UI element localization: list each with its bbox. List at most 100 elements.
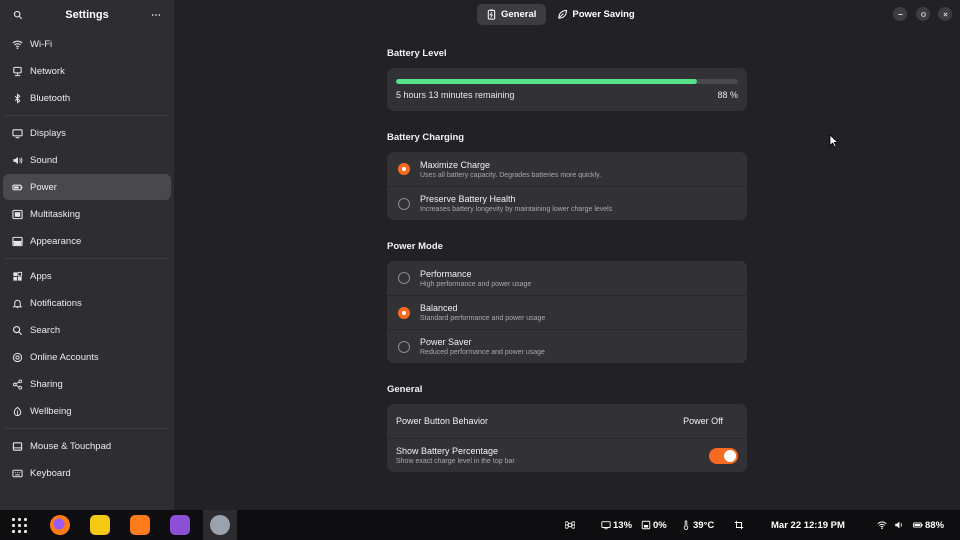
battery-value: 88% xyxy=(925,519,945,531)
show-battery-percentage-toggle[interactable] xyxy=(709,447,738,464)
sidebar-item-label: Keyboard xyxy=(30,467,71,479)
option-title: Power Saver xyxy=(420,337,472,347)
option-title: Performance xyxy=(420,268,472,279)
option-text: Show Battery Percentage Show exact charg… xyxy=(396,446,515,465)
sidebar-item-network[interactable]: Network xyxy=(3,58,171,84)
minimize-button[interactable] xyxy=(893,7,907,21)
notes-icon[interactable] xyxy=(90,515,110,535)
power-mode-card: Performance High performance and power u… xyxy=(387,261,747,363)
share-icon xyxy=(11,378,24,391)
apps-icon xyxy=(11,270,24,283)
sidebar-item-label: Sound xyxy=(30,154,58,166)
more-icon[interactable] xyxy=(148,7,164,23)
sidebar-list: Wi-Fi Network Bluetooth Displays Sound P… xyxy=(0,31,174,486)
option-text: Preserve Battery Health Increases batter… xyxy=(420,194,612,213)
sidebar-item-label: Apps xyxy=(30,270,52,282)
mouse-cursor xyxy=(829,134,839,148)
screenshot-icon[interactable] xyxy=(734,510,746,540)
taskbar-settings-active[interactable] xyxy=(203,510,237,540)
power-mode-option-balanced[interactable]: Balanced Standard performance and power … xyxy=(387,295,747,329)
battery-time-remaining: 5 hours 13 minutes remaining xyxy=(396,90,515,100)
sidebar-item-label: Wellbeing xyxy=(30,405,72,417)
sidebar-item-power[interactable]: Power xyxy=(3,174,171,200)
radio-maximize-charge[interactable] xyxy=(398,163,410,175)
battery-icon xyxy=(487,9,496,20)
sidebar-item-appearance[interactable]: Appearance xyxy=(3,228,171,254)
app-grid-icon[interactable] xyxy=(12,517,27,533)
battery-charging-card: Maximize Charge Uses all battery capacit… xyxy=(387,152,747,220)
sidebar-divider xyxy=(5,115,169,116)
sidebar-item-wifi[interactable]: Wi-Fi xyxy=(3,31,171,57)
cpu-icon xyxy=(601,521,611,530)
sidebar-item-label: Network xyxy=(30,65,65,77)
option-title: Balanced xyxy=(420,303,458,313)
wifi-status-icon[interactable] xyxy=(877,510,889,540)
disk-icon xyxy=(641,520,651,530)
sidebar-item-displays[interactable]: Displays xyxy=(3,120,171,146)
at-icon xyxy=(11,351,24,364)
option-subtitle: Standard performance and power usage xyxy=(420,315,546,322)
cpu-indicator[interactable]: 13% xyxy=(601,510,632,540)
power-mode-option-power-saver[interactable]: Power Saver Reduced performance and powe… xyxy=(387,329,747,363)
clock[interactable]: Mar 22 12:19 PM xyxy=(771,510,845,540)
option-text: Power Saver Reduced performance and powe… xyxy=(420,337,545,356)
volume-status-icon[interactable] xyxy=(894,510,906,540)
tab-power-saving[interactable]: Power Saving xyxy=(548,4,644,25)
sidebar-item-label: Notifications xyxy=(30,297,82,309)
radio-performance[interactable] xyxy=(398,272,410,284)
command-icon[interactable] xyxy=(565,510,577,540)
tab-general[interactable]: General xyxy=(477,4,547,25)
multitasking-icon xyxy=(11,208,24,221)
option-text: Performance High performance and power u… xyxy=(420,269,531,288)
toggle-knob xyxy=(724,449,736,462)
option-subtitle: Show exact charge level in the top bar xyxy=(396,458,515,465)
store-icon[interactable] xyxy=(130,515,150,535)
radio-power-saver[interactable] xyxy=(398,340,410,353)
sidebar-item-label: Displays xyxy=(30,127,66,139)
mouse-icon xyxy=(11,440,24,453)
appearance-icon xyxy=(11,235,24,248)
sidebar: Settings Wi-Fi Network Bluetooth Display… xyxy=(0,0,174,510)
option-subtitle: Increases battery longevity by maintaini… xyxy=(420,206,613,213)
close-button[interactable] xyxy=(938,7,952,21)
radio-preserve-health[interactable] xyxy=(398,197,410,210)
close-icon xyxy=(942,11,948,17)
general-card: Power Button Behavior Power Off Show Bat… xyxy=(387,404,747,472)
paint-icon[interactable] xyxy=(170,515,190,535)
show-battery-percentage-row[interactable]: Show Battery Percentage Show exact charg… xyxy=(387,438,747,472)
sidebar-title: Settings xyxy=(65,9,109,21)
option-title: Preserve Battery Health xyxy=(420,194,516,204)
sidebar-item-wellbeing[interactable]: Wellbeing xyxy=(3,398,171,424)
sidebar-item-label: Wi-Fi xyxy=(30,38,53,50)
sidebar-item-notifications[interactable]: Notifications xyxy=(3,290,171,316)
sidebar-item-apps[interactable]: Apps xyxy=(3,263,171,289)
power-button-behavior-value[interactable]: Power Off xyxy=(683,416,723,426)
tab-label: Power Saving xyxy=(572,9,635,20)
firefox-icon[interactable] xyxy=(50,515,70,535)
sidebar-item-label: Mouse & Touchpad xyxy=(30,440,112,452)
temperature-indicator[interactable]: 39°C xyxy=(681,510,714,540)
charging-option-preserve[interactable]: Preserve Battery Health Increases batter… xyxy=(387,186,747,220)
power-icon xyxy=(11,181,24,194)
maximize-button[interactable] xyxy=(916,7,930,21)
battery-indicator[interactable]: 88% xyxy=(913,510,944,540)
sidebar-item-keyboard[interactable]: Keyboard xyxy=(3,460,171,486)
sidebar-item-mouse-touchpad[interactable]: Mouse & Touchpad xyxy=(3,433,171,459)
taskbar: 13% 0% 39°C Mar 22 12:19 PM 88% xyxy=(0,510,960,540)
sidebar-item-multitasking[interactable]: Multitasking xyxy=(3,201,171,227)
charging-option-maximize[interactable]: Maximize Charge Uses all battery capacit… xyxy=(387,152,747,186)
sidebar-item-sound[interactable]: Sound xyxy=(3,147,171,173)
sidebar-item-label: Search xyxy=(30,324,61,336)
power-button-behavior-row[interactable]: Power Button Behavior Power Off xyxy=(387,404,747,438)
radio-balanced[interactable] xyxy=(398,306,410,319)
sidebar-item-search[interactable]: Search xyxy=(3,317,171,343)
sidebar-item-online-accounts[interactable]: Online Accounts xyxy=(3,344,171,370)
sidebar-item-bluetooth[interactable]: Bluetooth xyxy=(3,85,171,111)
power-mode-option-performance[interactable]: Performance High performance and power u… xyxy=(387,261,747,295)
sidebar-item-sharing[interactable]: Sharing xyxy=(3,371,171,397)
search-icon[interactable] xyxy=(10,7,26,23)
minimize-icon xyxy=(897,13,903,15)
search-icon xyxy=(11,324,24,337)
disk-indicator[interactable]: 0% xyxy=(641,510,667,540)
option-title: Maximize Charge xyxy=(420,159,491,170)
